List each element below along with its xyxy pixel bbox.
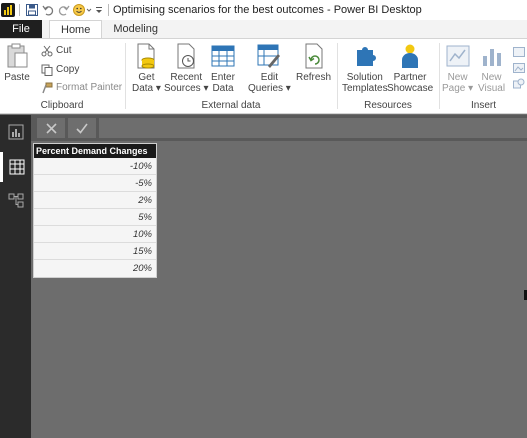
- external-data-group: Get Data ▾ Recent Sources ▾ Enter Data E…: [126, 39, 336, 114]
- recent-sources-label-2: Sources: [164, 83, 201, 94]
- paste-label: Paste: [4, 72, 30, 83]
- paste-button[interactable]: Paste: [4, 43, 30, 83]
- enter-data-label-2: Data: [212, 83, 234, 94]
- clipboard-group: Paste Cut Copy Format Painter Clipboard: [0, 39, 124, 114]
- tab-modeling[interactable]: Modeling: [102, 20, 169, 38]
- powerbi-logo-icon: [1, 3, 15, 17]
- edit-queries-label-2: Queries: [248, 83, 284, 94]
- new-visual-label-1: New: [481, 72, 502, 83]
- edit-queries-button[interactable]: Edit Queries ▾: [248, 43, 291, 94]
- paste-icon: [4, 43, 30, 69]
- new-visual-button[interactable]: New Visual: [478, 43, 505, 94]
- edit-queries-label-1: Edit: [260, 72, 279, 83]
- new-page-label-1: New: [447, 72, 468, 83]
- ribbon: Paste Cut Copy Format Painter Clipboard: [0, 38, 527, 114]
- checkmark-icon: [76, 123, 88, 134]
- customize-quick-access-icon[interactable]: [94, 2, 104, 18]
- cut-label: Cut: [56, 45, 72, 56]
- solution-templates-label-2: Templates: [342, 83, 388, 94]
- cut-button[interactable]: Cut: [40, 44, 72, 57]
- new-page-icon: [445, 43, 471, 69]
- table-row[interactable]: -10%: [34, 158, 156, 175]
- image-button[interactable]: [512, 61, 527, 74]
- get-data-button[interactable]: Get Data ▾: [132, 43, 161, 94]
- person-icon: [397, 43, 423, 69]
- enter-data-label-1: Enter: [211, 72, 235, 83]
- resources-group-label: Resources: [364, 100, 412, 111]
- table-icon: [210, 43, 236, 69]
- enter-data-button[interactable]: Enter Data: [210, 43, 236, 94]
- tab-file[interactable]: File: [0, 20, 42, 38]
- commit-formula-button[interactable]: [68, 118, 96, 138]
- formula-input[interactable]: [99, 118, 527, 138]
- cancel-formula-button[interactable]: [37, 118, 65, 138]
- relationships-view-button[interactable]: [0, 185, 31, 215]
- report-view-icon: [8, 124, 23, 140]
- save-icon[interactable]: [24, 2, 40, 18]
- refresh-icon: [301, 43, 327, 69]
- column-header[interactable]: Percent Demand Changes: [34, 144, 156, 158]
- table-row[interactable]: 5%: [34, 209, 156, 226]
- recent-sources-icon: [173, 43, 199, 69]
- refresh-button[interactable]: Refresh: [296, 43, 331, 83]
- resources-group: Solution Templates Partner Showcase Reso…: [338, 39, 438, 114]
- insert-group-label: Insert: [470, 100, 496, 111]
- edit-queries-icon: [256, 43, 282, 69]
- text-box-button[interactable]: [512, 45, 527, 58]
- refresh-label: Refresh: [296, 72, 332, 83]
- paintbrush-icon: [40, 81, 53, 94]
- quick-access-separator: [19, 4, 20, 16]
- external-data-group-label: External data: [201, 100, 261, 111]
- scissors-icon: [40, 44, 53, 57]
- insert-group: New Page ▾ New Visual Insert: [440, 39, 527, 114]
- format-painter-button[interactable]: Format Painter: [40, 81, 122, 94]
- copy-button[interactable]: Copy: [40, 63, 79, 76]
- puzzle-icon: [352, 43, 378, 69]
- get-data-icon: [133, 43, 159, 69]
- close-icon: [45, 122, 57, 134]
- new-page-label-2: Page: [442, 83, 466, 94]
- undo-icon[interactable]: [40, 2, 56, 18]
- title-separator: [108, 4, 109, 16]
- table-row[interactable]: 10%: [34, 226, 156, 243]
- report-view-button[interactable]: [0, 117, 31, 147]
- view-nav: [0, 115, 31, 438]
- table-row[interactable]: 2%: [34, 192, 156, 209]
- get-data-label-1: Get: [138, 72, 155, 83]
- solution-templates-button[interactable]: Solution Templates: [342, 43, 388, 94]
- formula-bar: [31, 115, 527, 141]
- new-visual-label-2: Visual: [478, 83, 506, 94]
- clipboard-group-label: Clipboard: [40, 100, 84, 111]
- copy-icon: [40, 63, 53, 76]
- tab-home[interactable]: Home: [49, 20, 103, 38]
- partner-showcase-button[interactable]: Partner Showcase: [387, 43, 433, 94]
- shapes-button[interactable]: [512, 77, 527, 90]
- get-data-label-2: Data: [132, 83, 154, 94]
- recent-sources-label-1: Recent: [170, 72, 203, 83]
- table-row[interactable]: -5%: [34, 175, 156, 192]
- relationships-view-icon: [8, 193, 23, 208]
- text-box-icon: [512, 45, 525, 58]
- bar-chart-icon: [479, 43, 505, 69]
- partner-showcase-label-1: Partner: [393, 72, 427, 83]
- window-title: Optimising scenarios for the best outcom…: [113, 4, 422, 16]
- smiley-feedback-icon[interactable]: [72, 2, 94, 18]
- title-bar: Optimising scenarios for the best outcom…: [0, 0, 527, 20]
- redo-icon[interactable]: [56, 2, 72, 18]
- format-painter-label: Format Painter: [56, 82, 123, 93]
- new-page-button[interactable]: New Page ▾: [442, 43, 473, 94]
- data-table: Percent Demand Changes -10% -5% 2% 5% 10…: [33, 143, 157, 278]
- table-row[interactable]: 15%: [34, 243, 156, 260]
- solution-templates-label-1: Solution: [346, 72, 383, 83]
- ribbon-tabs: File Home Modeling: [0, 20, 527, 38]
- copy-label: Copy: [56, 64, 80, 75]
- image-icon: [512, 61, 525, 74]
- partner-showcase-label-2: Showcase: [387, 83, 434, 94]
- data-view-icon: [9, 159, 25, 175]
- recent-sources-button[interactable]: Recent Sources ▾: [164, 43, 209, 94]
- table-row[interactable]: 20%: [34, 260, 156, 277]
- data-view-button[interactable]: [0, 152, 31, 182]
- shapes-icon: [512, 77, 525, 90]
